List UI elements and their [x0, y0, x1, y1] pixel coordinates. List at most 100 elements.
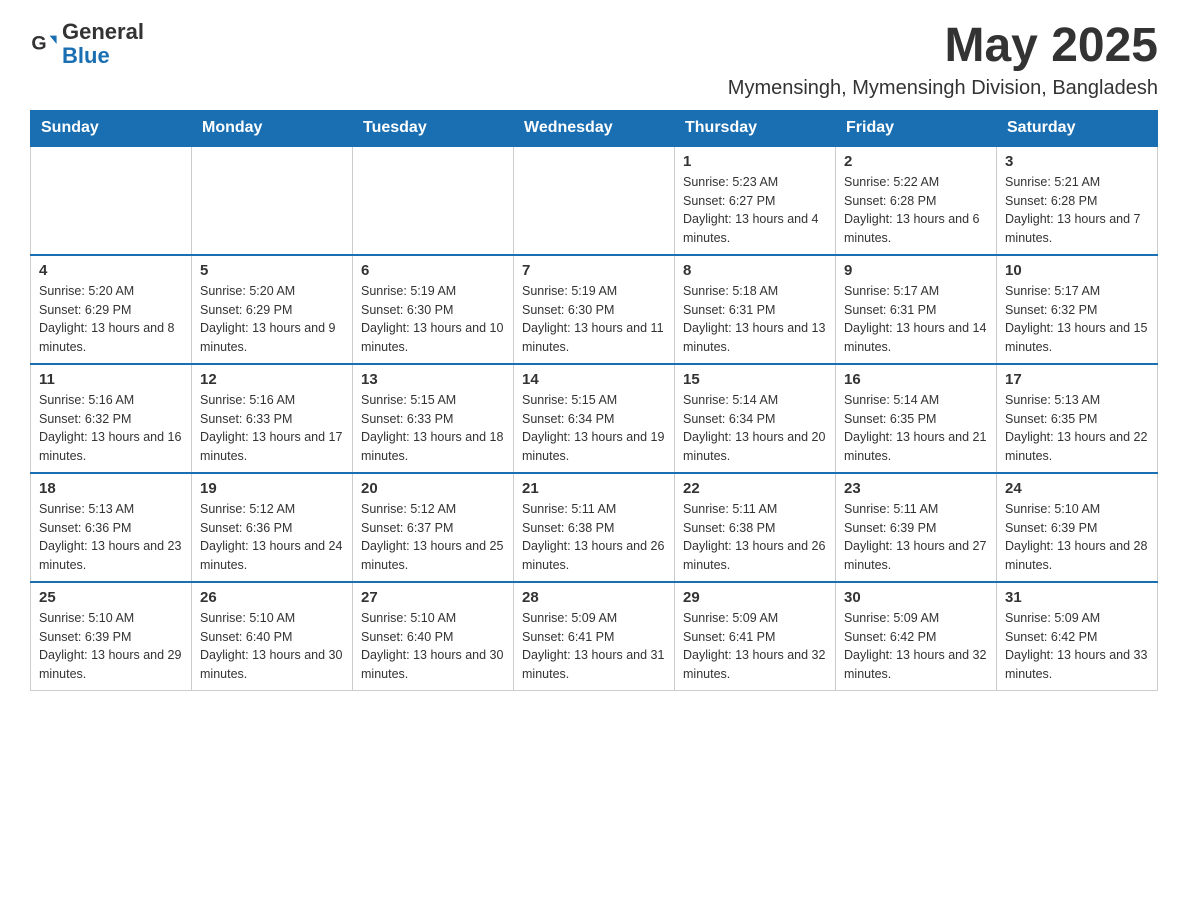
calendar-cell: 23 Sunrise: 5:11 AM Sunset: 6:39 PM Dayli… — [836, 473, 997, 582]
page-header: G General Blue May 2025 Mymensingh, Myme… — [30, 20, 1158, 100]
logo-blue: Blue — [62, 44, 144, 68]
calendar-cell: 19Sunrise: 5:12 AM Sunset: 6:36 PM Dayli… — [192, 473, 353, 582]
calendar-table: SundayMondayTuesdayWednesdayThursdayFrid… — [30, 110, 1158, 691]
calendar-cell: 15Sunrise: 5:14 AM Sunset: 6:34 PM Dayli… — [675, 364, 836, 473]
calendar-cell: 30 Sunrise: 5:09 AM Sunset: 6:42 PM Dayli… — [836, 582, 997, 691]
day-info: Sunrise: 5:09 AM Sunset: 6:42 PM Dayligh… — [1005, 609, 1149, 684]
day-number: 6 — [361, 262, 505, 279]
day-info: Sunrise: 5:15 AM Sunset: 6:33 PM Dayligh… — [361, 391, 505, 466]
day-number: 8 — [683, 262, 827, 279]
calendar-cell: 11Sunrise: 5:16 AM Sunset: 6:32 PM Dayli… — [31, 364, 192, 473]
calendar-cell: 1Sunrise: 5:23 AM Sunset: 6:27 PM Daylig… — [675, 146, 836, 255]
calendar-cell: 24 Sunrise: 5:10 AM Sunset: 6:39 PM Dayli… — [997, 473, 1158, 582]
calendar-cell — [192, 146, 353, 255]
day-number: 3 — [1005, 153, 1149, 170]
day-number: 24 — [1005, 480, 1149, 497]
calendar-cell: 7 Sunrise: 5:19 AM Sunset: 6:30 PM Daylig… — [514, 255, 675, 364]
calendar-cell: 27 Sunrise: 5:10 AM Sunset: 6:40 PM Dayli… — [353, 582, 514, 691]
calendar-cell: 13Sunrise: 5:15 AM Sunset: 6:33 PM Dayli… — [353, 364, 514, 473]
calendar-cell: 17 Sunrise: 5:13 AM Sunset: 6:35 PM Dayli… — [997, 364, 1158, 473]
day-info: Sunrise: 5:17 AM Sunset: 6:31 PM Dayligh… — [844, 282, 988, 357]
day-info: Sunrise: 5:18 AM Sunset: 6:31 PM Dayligh… — [683, 282, 827, 357]
calendar-cell: 12 Sunrise: 5:16 AM Sunset: 6:33 PM Dayli… — [192, 364, 353, 473]
day-number: 23 — [844, 480, 988, 497]
day-info: Sunrise: 5:09 AM Sunset: 6:41 PM Dayligh… — [683, 609, 827, 684]
day-number: 10 — [1005, 262, 1149, 279]
calendar-cell: 5 Sunrise: 5:20 AM Sunset: 6:29 PM Daylig… — [192, 255, 353, 364]
day-info: Sunrise: 5:10 AM Sunset: 6:39 PM Dayligh… — [1005, 500, 1149, 575]
day-info: Sunrise: 5:09 AM Sunset: 6:41 PM Dayligh… — [522, 609, 666, 684]
day-info: Sunrise: 5:20 AM Sunset: 6:29 PM Dayligh… — [39, 282, 183, 357]
month-title: May 2025 — [728, 20, 1158, 73]
day-info: Sunrise: 5:17 AM Sunset: 6:32 PM Dayligh… — [1005, 282, 1149, 357]
day-info: Sunrise: 5:19 AM Sunset: 6:30 PM Dayligh… — [522, 282, 666, 357]
day-info: Sunrise: 5:09 AM Sunset: 6:42 PM Dayligh… — [844, 609, 988, 684]
day-number: 26 — [200, 589, 344, 606]
day-number: 9 — [844, 262, 988, 279]
col-header-wednesday: Wednesday — [514, 110, 675, 146]
calendar-cell: 10 Sunrise: 5:17 AM Sunset: 6:32 PM Dayli… — [997, 255, 1158, 364]
logo: G General Blue — [30, 20, 144, 68]
calendar-week-row: 18Sunrise: 5:13 AM Sunset: 6:36 PM Dayli… — [31, 473, 1158, 582]
day-info: Sunrise: 5:22 AM Sunset: 6:28 PM Dayligh… — [844, 173, 988, 248]
day-info: Sunrise: 5:20 AM Sunset: 6:29 PM Dayligh… — [200, 282, 344, 357]
day-number: 28 — [522, 589, 666, 606]
col-header-tuesday: Tuesday — [353, 110, 514, 146]
calendar-header-row: SundayMondayTuesdayWednesdayThursdayFrid… — [31, 110, 1158, 146]
day-info: Sunrise: 5:16 AM Sunset: 6:33 PM Dayligh… — [200, 391, 344, 466]
calendar-week-row: 11Sunrise: 5:16 AM Sunset: 6:32 PM Dayli… — [31, 364, 1158, 473]
col-header-thursday: Thursday — [675, 110, 836, 146]
day-number: 4 — [39, 262, 183, 279]
calendar-cell: 18Sunrise: 5:13 AM Sunset: 6:36 PM Dayli… — [31, 473, 192, 582]
day-info: Sunrise: 5:12 AM Sunset: 6:37 PM Dayligh… — [361, 500, 505, 575]
calendar-cell: 22Sunrise: 5:11 AM Sunset: 6:38 PM Dayli… — [675, 473, 836, 582]
day-info: Sunrise: 5:10 AM Sunset: 6:40 PM Dayligh… — [200, 609, 344, 684]
day-info: Sunrise: 5:14 AM Sunset: 6:34 PM Dayligh… — [683, 391, 827, 466]
day-number: 14 — [522, 371, 666, 388]
col-header-sunday: Sunday — [31, 110, 192, 146]
day-info: Sunrise: 5:11 AM Sunset: 6:38 PM Dayligh… — [683, 500, 827, 575]
calendar-week-row: 4 Sunrise: 5:20 AM Sunset: 6:29 PM Daylig… — [31, 255, 1158, 364]
calendar-cell: 28 Sunrise: 5:09 AM Sunset: 6:41 PM Dayli… — [514, 582, 675, 691]
svg-text:G: G — [31, 33, 46, 55]
day-number: 7 — [522, 262, 666, 279]
logo-general: General — [62, 20, 144, 44]
day-number: 2 — [844, 153, 988, 170]
calendar-cell: 21Sunrise: 5:11 AM Sunset: 6:38 PM Dayli… — [514, 473, 675, 582]
title-area: May 2025 Mymensingh, Mymensingh Division… — [728, 20, 1158, 100]
calendar-cell: 9 Sunrise: 5:17 AM Sunset: 6:31 PM Daylig… — [836, 255, 997, 364]
calendar-cell — [31, 146, 192, 255]
day-number: 30 — [844, 589, 988, 606]
day-info: Sunrise: 5:13 AM Sunset: 6:35 PM Dayligh… — [1005, 391, 1149, 466]
day-number: 5 — [200, 262, 344, 279]
day-info: Sunrise: 5:23 AM Sunset: 6:27 PM Dayligh… — [683, 173, 827, 248]
day-info: Sunrise: 5:10 AM Sunset: 6:40 PM Dayligh… — [361, 609, 505, 684]
day-number: 12 — [200, 371, 344, 388]
calendar-week-row: 1Sunrise: 5:23 AM Sunset: 6:27 PM Daylig… — [31, 146, 1158, 255]
day-number: 16 — [844, 371, 988, 388]
calendar-cell: 3Sunrise: 5:21 AM Sunset: 6:28 PM Daylig… — [997, 146, 1158, 255]
calendar-cell — [353, 146, 514, 255]
calendar-cell — [514, 146, 675, 255]
col-header-monday: Monday — [192, 110, 353, 146]
col-header-friday: Friday — [836, 110, 997, 146]
calendar-cell: 25Sunrise: 5:10 AM Sunset: 6:39 PM Dayli… — [31, 582, 192, 691]
day-number: 20 — [361, 480, 505, 497]
logo-icon: G — [30, 30, 58, 58]
day-number: 25 — [39, 589, 183, 606]
calendar-cell: 20 Sunrise: 5:12 AM Sunset: 6:37 PM Dayli… — [353, 473, 514, 582]
calendar-cell: 8 Sunrise: 5:18 AM Sunset: 6:31 PM Daylig… — [675, 255, 836, 364]
day-info: Sunrise: 5:14 AM Sunset: 6:35 PM Dayligh… — [844, 391, 988, 466]
calendar-cell: 4 Sunrise: 5:20 AM Sunset: 6:29 PM Daylig… — [31, 255, 192, 364]
day-number: 21 — [522, 480, 666, 497]
day-number: 29 — [683, 589, 827, 606]
day-number: 27 — [361, 589, 505, 606]
calendar-cell: 31Sunrise: 5:09 AM Sunset: 6:42 PM Dayli… — [997, 582, 1158, 691]
location-subtitle: Mymensingh, Mymensingh Division, Banglad… — [728, 77, 1158, 100]
calendar-cell: 14 Sunrise: 5:15 AM Sunset: 6:34 PM Dayli… — [514, 364, 675, 473]
day-info: Sunrise: 5:12 AM Sunset: 6:36 PM Dayligh… — [200, 500, 344, 575]
calendar-cell: 26 Sunrise: 5:10 AM Sunset: 6:40 PM Dayli… — [192, 582, 353, 691]
day-info: Sunrise: 5:11 AM Sunset: 6:39 PM Dayligh… — [844, 500, 988, 575]
day-number: 17 — [1005, 371, 1149, 388]
day-info: Sunrise: 5:15 AM Sunset: 6:34 PM Dayligh… — [522, 391, 666, 466]
